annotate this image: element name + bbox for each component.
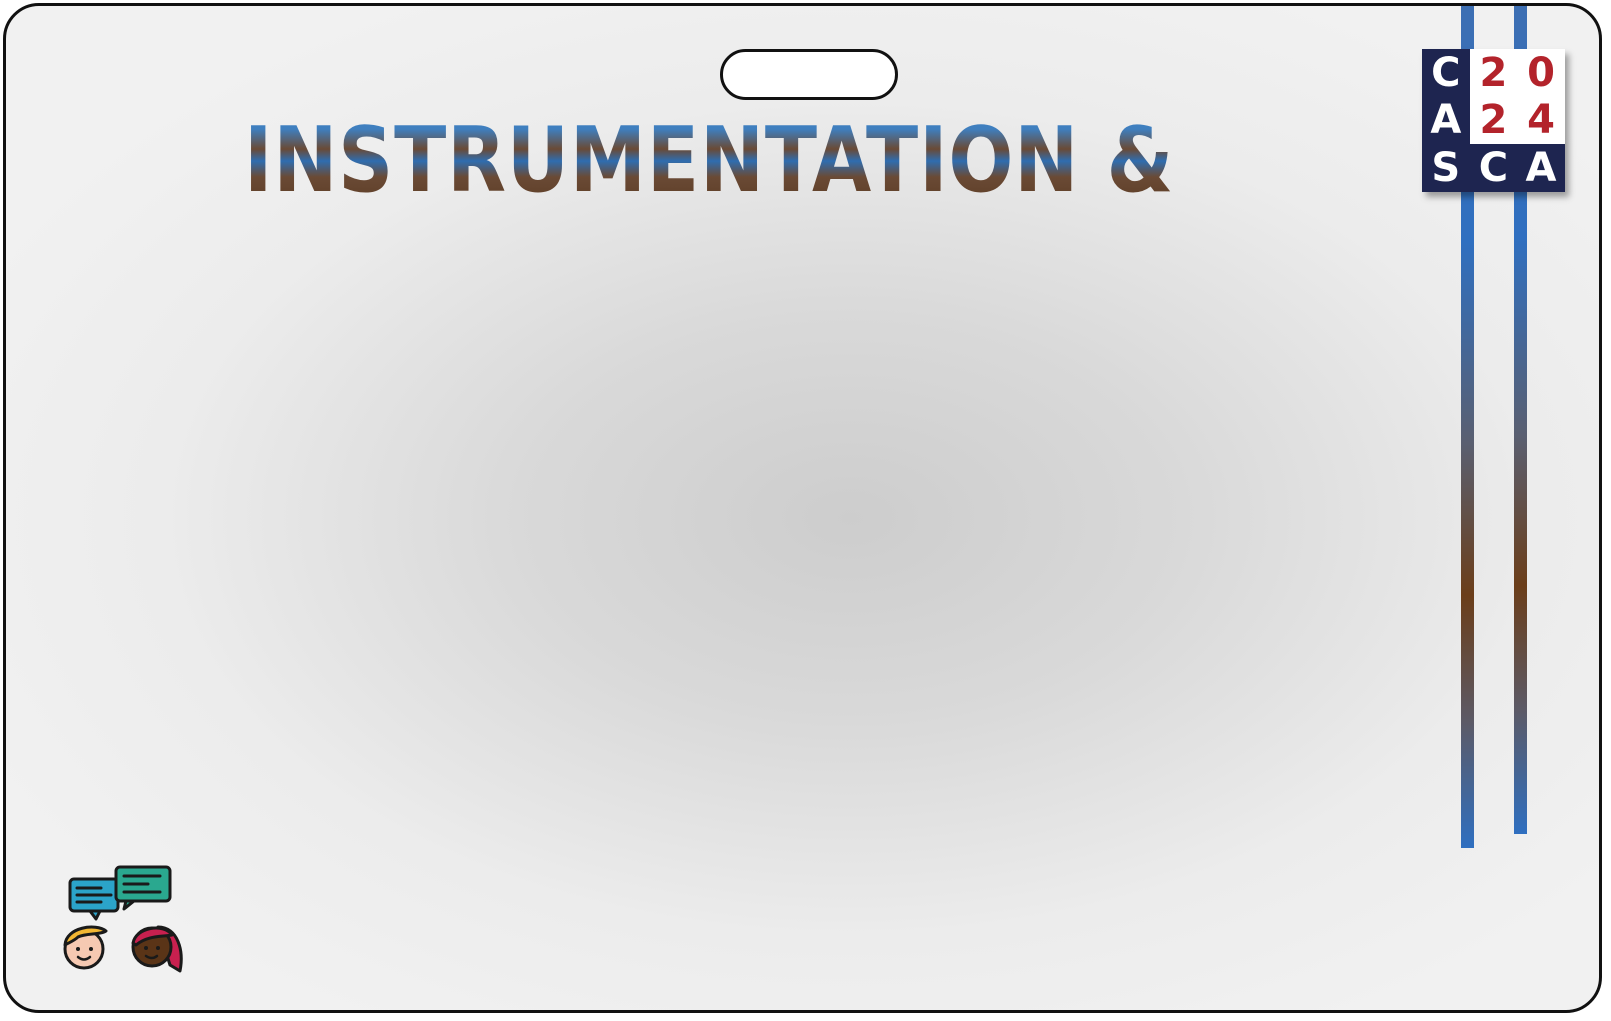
name-badge: INSTRUMENTATION & SURVEYS C 2 0 A 2 4 S …	[3, 3, 1602, 1013]
logo-digit: 2	[1469, 96, 1518, 145]
person-left-icon	[63, 925, 108, 970]
logo-letter: S	[1422, 144, 1470, 192]
casca-2024-logo: C 2 0 A 2 4 S C A	[1422, 49, 1565, 192]
logo-digit: 2	[1469, 49, 1518, 97]
logo-letter: A	[1422, 96, 1470, 145]
person-right-icon	[131, 925, 183, 973]
discussion-icon	[63, 865, 183, 973]
speech-bubble-right-icon	[114, 865, 172, 911]
logo-letter: C	[1469, 144, 1518, 192]
badge-title: INSTRUMENTATION & SURVEYS	[244, 108, 1602, 213]
lanyard-slot	[720, 49, 898, 100]
logo-letter: A	[1517, 144, 1565, 192]
logo-digit: 0	[1517, 49, 1565, 97]
logo-letter: C	[1422, 49, 1470, 97]
speech-bubble-left-icon	[68, 877, 120, 921]
logo-digit: 4	[1517, 96, 1565, 145]
